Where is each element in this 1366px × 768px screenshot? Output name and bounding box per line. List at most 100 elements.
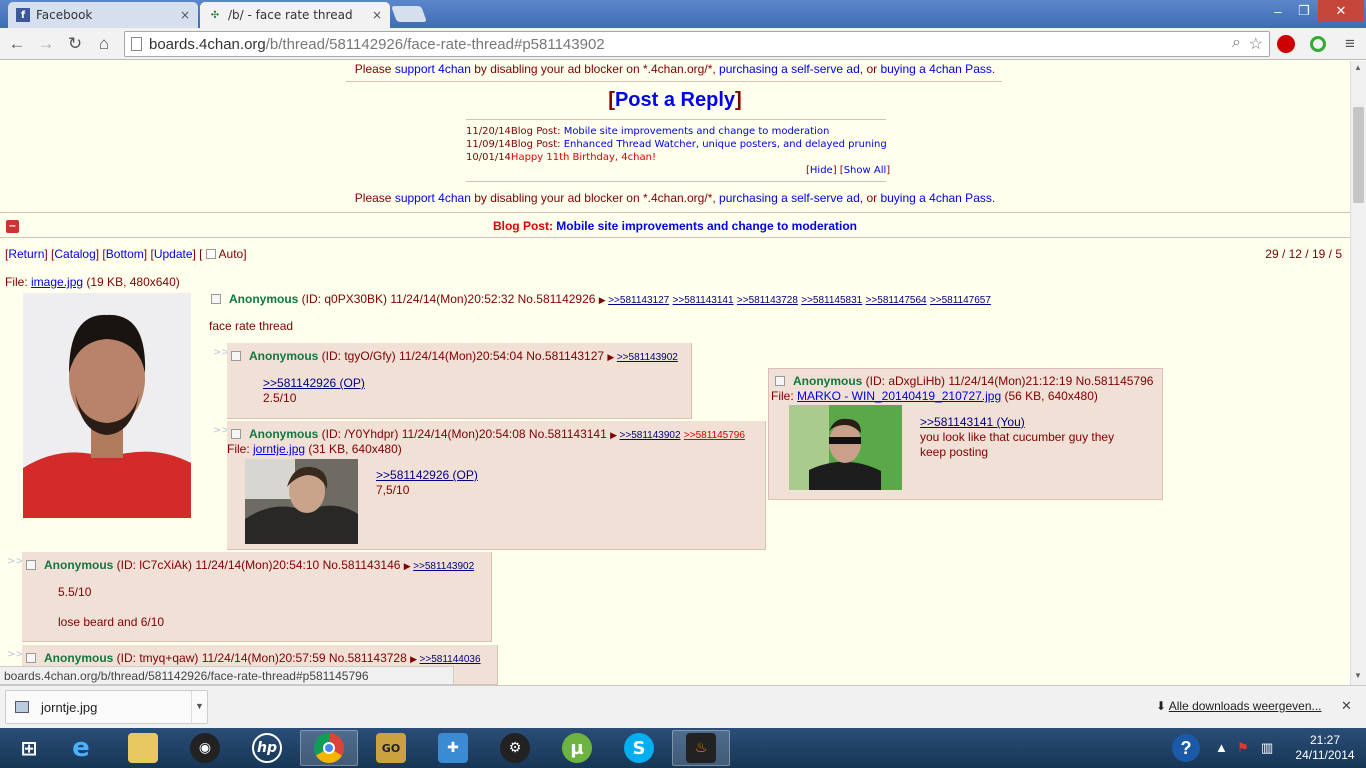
help-icon[interactable]: ? bbox=[1172, 734, 1200, 762]
close-tab-icon[interactable]: × bbox=[372, 8, 382, 22]
scroll-down-icon[interactable]: ▼ bbox=[1354, 671, 1362, 680]
windows-icon: ⊞ bbox=[20, 736, 38, 760]
reload-icon[interactable]: ↻ bbox=[63, 32, 87, 56]
update-link[interactable]: Update bbox=[154, 247, 193, 261]
reply-body: >>581142926 (OP) bbox=[376, 468, 478, 482]
support-link[interactable]: support 4chan bbox=[395, 191, 471, 205]
bookmark-star-icon[interactable]: ☆ bbox=[1249, 34, 1263, 54]
quote-link[interactable]: >>581142926 (OP) bbox=[376, 468, 478, 482]
quote-link[interactable]: >>581143141 (You) bbox=[920, 415, 1025, 429]
post-number-link[interactable]: No.581143728 bbox=[326, 651, 407, 665]
close-tab-icon[interactable]: × bbox=[180, 8, 190, 22]
address-bar[interactable]: boards.4chan.org/b/thread/581142926/face… bbox=[124, 31, 1270, 57]
post-checkbox[interactable] bbox=[211, 294, 221, 304]
auto-checkbox[interactable] bbox=[205, 249, 216, 259]
restore-icon[interactable]: ❐ bbox=[1292, 0, 1316, 22]
backlink[interactable]: >>581143902 bbox=[620, 430, 681, 441]
taskbar-hp[interactable]: hp bbox=[238, 730, 296, 766]
close-window-icon[interactable]: ✕ bbox=[1318, 0, 1364, 22]
post-number-link[interactable]: No.581143141 bbox=[526, 427, 607, 441]
self-serve-ad-link[interactable]: purchasing a self-serve ad bbox=[719, 62, 860, 76]
news-link[interactable]: Enhanced Thread Watcher, unique posters,… bbox=[564, 139, 887, 150]
4chan-pass-link[interactable]: buying a 4chan Pass bbox=[880, 191, 991, 205]
backlink[interactable]: >>581145796 bbox=[684, 430, 745, 441]
post-checkbox[interactable] bbox=[26, 653, 36, 663]
scrollbar-thumb[interactable] bbox=[1353, 107, 1364, 203]
backlink[interactable]: >>581143728 bbox=[737, 295, 798, 306]
news-link[interactable]: Mobile site improvements and change to m… bbox=[564, 126, 830, 137]
op-file-link[interactable]: image.jpg bbox=[31, 275, 83, 289]
reply-image[interactable] bbox=[789, 405, 902, 490]
back-icon[interactable]: ← bbox=[5, 32, 29, 56]
post-number-link[interactable]: No.581145796 bbox=[1072, 374, 1154, 388]
home-icon[interactable]: ⌂ bbox=[92, 32, 116, 56]
show-all-news-link[interactable]: Show All bbox=[844, 165, 887, 176]
news-link[interactable]: Happy 11th Birthday, 4chan! bbox=[511, 152, 656, 163]
tab-4chan[interactable]: ✣ /b/ - face rate thread × bbox=[200, 2, 390, 28]
backlink[interactable]: >>581143127 bbox=[608, 295, 669, 306]
post-number-link[interactable]: No.581143146 bbox=[319, 558, 401, 572]
chevron-down-icon[interactable]: ▼ bbox=[191, 691, 207, 723]
post-a-reply-link[interactable]: Post a Reply bbox=[615, 89, 735, 111]
new-tab-button[interactable] bbox=[391, 6, 427, 22]
taskbar-app[interactable]: ◉ bbox=[176, 730, 234, 766]
forward-icon[interactable]: → bbox=[34, 32, 58, 56]
reply-image[interactable] bbox=[245, 459, 358, 544]
network-icon[interactable]: ▥ bbox=[1261, 740, 1273, 756]
extension-icon[interactable] bbox=[1306, 32, 1330, 56]
backlink[interactable]: >>581144036 bbox=[420, 654, 481, 665]
self-serve-ad-link[interactable]: purchasing a self-serve ad bbox=[719, 191, 860, 205]
backlink[interactable]: >>581143902 bbox=[413, 561, 474, 572]
bottom-link[interactable]: Bottom bbox=[106, 247, 144, 261]
news-item: 11/09/14Blog Post: Enhanced Thread Watch… bbox=[466, 139, 887, 150]
reply-file-link[interactable]: jorntje.jpg bbox=[253, 442, 305, 456]
taskbar-explorer[interactable] bbox=[114, 730, 172, 766]
backlink[interactable]: >>581143141 bbox=[673, 295, 734, 306]
4chan-pass-link[interactable]: buying a 4chan Pass bbox=[880, 62, 991, 76]
hide-news-link[interactable]: Hide bbox=[810, 165, 833, 176]
taskbar-app4[interactable]: ♨ bbox=[672, 730, 730, 766]
taskbar-csgo[interactable]: GO bbox=[362, 730, 420, 766]
folder-icon bbox=[128, 733, 158, 763]
menu-icon[interactable]: ≡ bbox=[1338, 32, 1362, 56]
post-number-link[interactable]: No.581142926 bbox=[514, 292, 596, 306]
minimize-icon[interactable]: – bbox=[1266, 0, 1290, 22]
support-link[interactable]: support 4chan bbox=[395, 62, 471, 76]
blog-post-link[interactable]: Mobile site improvements and change to m… bbox=[556, 219, 857, 233]
action-center-icon[interactable]: ⚑ bbox=[1237, 740, 1249, 756]
search-icon[interactable]: ⌕ bbox=[1232, 34, 1241, 52]
taskbar-chrome[interactable] bbox=[300, 730, 358, 766]
op-image[interactable] bbox=[23, 293, 191, 518]
backlink[interactable]: >>581147657 bbox=[930, 295, 991, 306]
quote-link[interactable]: >>581142926 (OP) bbox=[263, 376, 365, 390]
hp-icon: hp bbox=[252, 733, 282, 763]
backlink[interactable]: >>581147564 bbox=[866, 295, 927, 306]
post-checkbox[interactable] bbox=[231, 429, 241, 439]
close-download-bar-icon[interactable]: ✕ bbox=[1341, 698, 1352, 714]
backlink[interactable]: >>581145831 bbox=[801, 295, 862, 306]
taskbar-ie[interactable]: e bbox=[52, 730, 110, 766]
taskbar-utorrent[interactable]: µ bbox=[548, 730, 606, 766]
return-link[interactable]: Return bbox=[8, 247, 44, 261]
taskbar-app3[interactable]: ⚙ bbox=[486, 730, 544, 766]
reply-body: >>581142926 (OP) bbox=[263, 376, 365, 390]
post-number-link[interactable]: No.581143127 bbox=[523, 349, 604, 363]
tray-expand-icon[interactable]: ▲ bbox=[1215, 740, 1228, 755]
reply-file-link[interactable]: MARKO - WIN_20140419_210727.jpg bbox=[797, 389, 1001, 403]
post-checkbox[interactable] bbox=[26, 560, 36, 570]
page-scrollbar[interactable]: ▲ ▼ bbox=[1350, 61, 1366, 685]
backlink[interactable]: >>581143902 bbox=[617, 352, 678, 363]
tab-facebook[interactable]: f Facebook × bbox=[8, 2, 198, 28]
scroll-up-icon[interactable]: ▲ bbox=[1354, 63, 1362, 72]
post-checkbox[interactable] bbox=[775, 376, 785, 386]
start-button[interactable]: ⊞ bbox=[0, 730, 58, 766]
catalog-link[interactable]: Catalog bbox=[54, 247, 95, 261]
taskbar-skype[interactable]: S bbox=[610, 730, 668, 766]
post-checkbox[interactable] bbox=[231, 351, 241, 361]
show-all-downloads[interactable]: ⬇ Alle downloads weergeven... bbox=[1156, 699, 1322, 713]
taskbar-app2[interactable]: ✚ bbox=[424, 730, 482, 766]
download-item[interactable]: jorntje.jpg ▼ bbox=[5, 690, 208, 724]
adblock-icon[interactable] bbox=[1274, 32, 1298, 56]
clock[interactable]: 21:27 24/11/2014 bbox=[1294, 733, 1356, 763]
ad-notice-top: Please support 4chan by disabling your a… bbox=[354, 62, 996, 76]
